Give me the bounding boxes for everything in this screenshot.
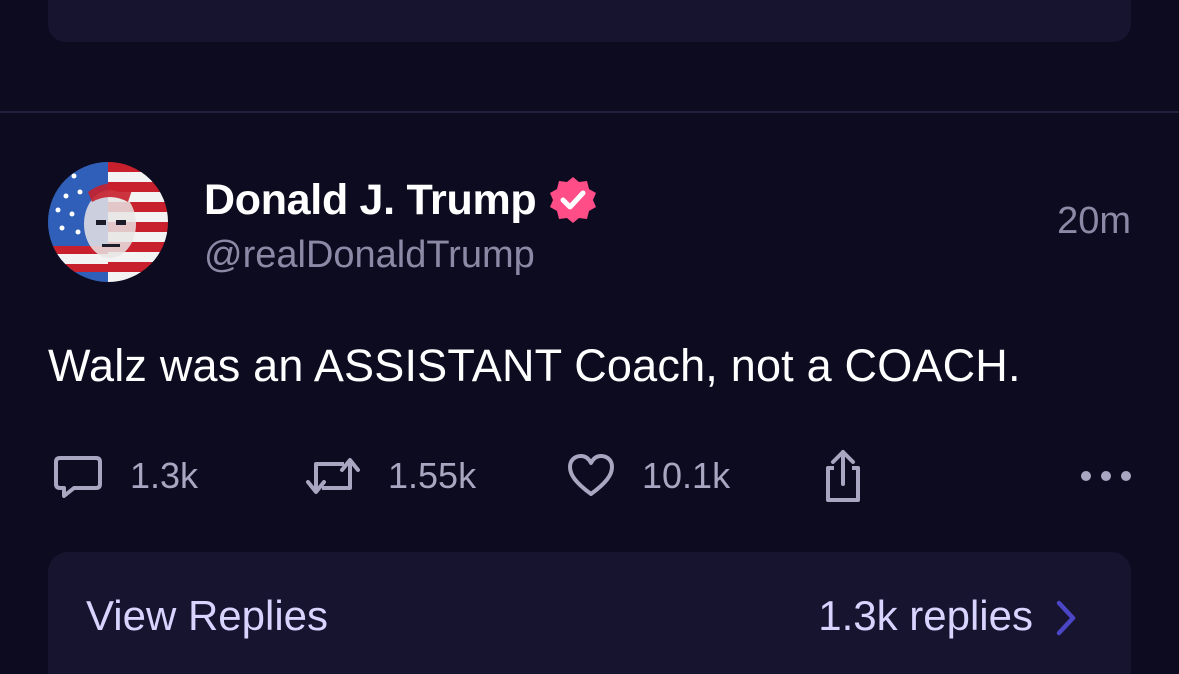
more-dot	[1121, 471, 1131, 481]
post-body: Walz was an ASSISTANT Coach, not a COACH…	[48, 340, 1021, 391]
reply-button[interactable]: 1.3k	[52, 446, 198, 506]
heart-icon	[568, 454, 614, 496]
avatar-flag-portrait	[48, 162, 168, 282]
more-icon[interactable]	[1081, 460, 1131, 492]
comment-icon	[54, 456, 102, 498]
post-actions: 1.3k 1.55k 10.1k	[48, 446, 1131, 506]
author-name[interactable]: Donald J. Trump	[204, 176, 537, 225]
share-button[interactable]	[820, 446, 866, 506]
view-replies-label[interactable]: View Replies	[86, 592, 328, 640]
author-avatar[interactable]	[48, 162, 168, 282]
view-replies-card[interactable]: View Replies 1.3k replies	[48, 552, 1131, 674]
verified-badge-icon	[550, 177, 597, 223]
post-divider	[0, 111, 1179, 113]
more-dot	[1081, 471, 1091, 481]
chevron-right-icon	[1056, 600, 1076, 636]
author-handle[interactable]: @realDonaldTrump	[204, 234, 535, 277]
repost-icon	[306, 458, 360, 494]
author-name-row[interactable]: Donald J. Trump	[204, 174, 598, 226]
share-icon	[826, 450, 860, 502]
repost-button[interactable]: 1.55k	[304, 446, 476, 506]
post-screen: Donald J. Trump @realDonaldTrump 20m Wal…	[0, 0, 1179, 674]
more-dot	[1101, 471, 1111, 481]
reply-count: 1.3k	[130, 455, 199, 496]
previous-post-card[interactable]	[48, 0, 1131, 42]
post-timestamp: 20m	[1057, 200, 1131, 242]
like-button[interactable]: 10.1k	[566, 446, 730, 506]
replies-count: 1.3k replies	[818, 592, 1033, 639]
repost-count: 1.55k	[388, 455, 477, 496]
like-count: 10.1k	[642, 455, 731, 496]
